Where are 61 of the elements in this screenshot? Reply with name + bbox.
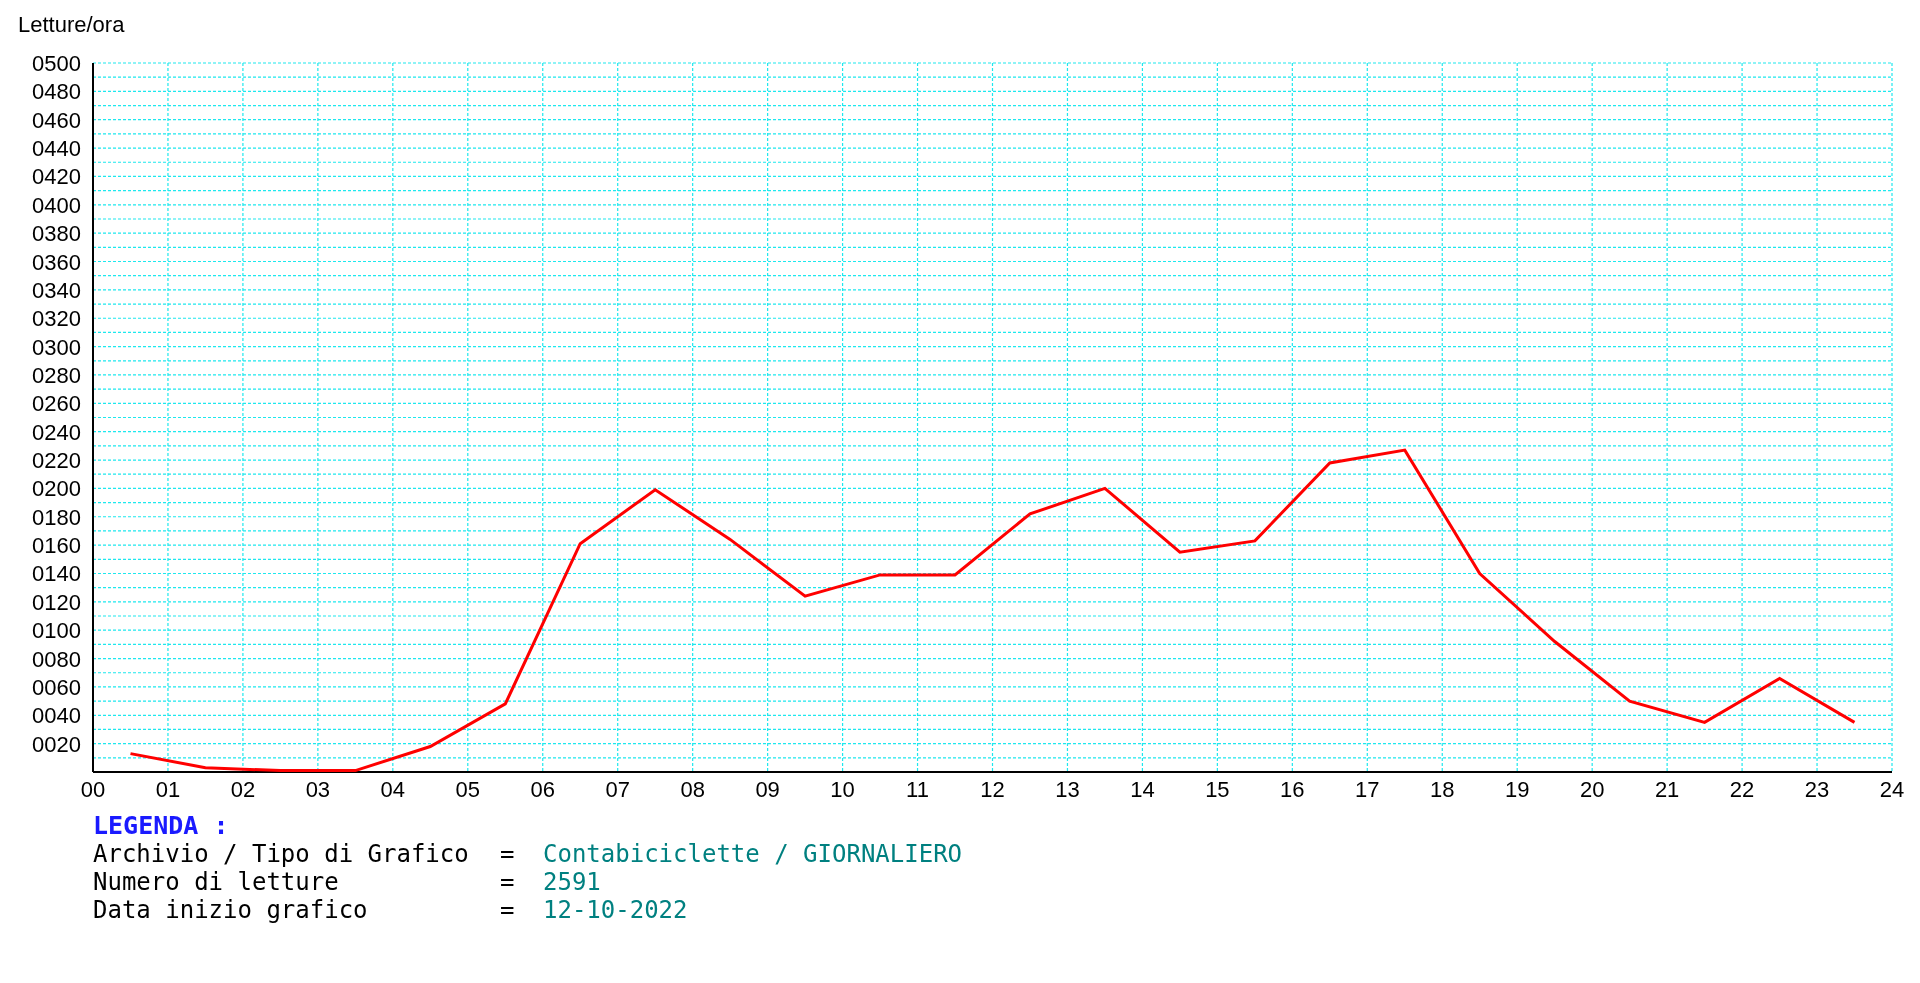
y-tick-label: 0340 [32,277,81,303]
y-tick-label: 0220 [32,448,81,474]
x-tick-label: 23 [1804,777,1830,802]
y-tick-label: 0140 [32,561,81,587]
y-tick-label: 0380 [32,221,81,247]
y-tick-label: 0080 [32,646,81,672]
x-tick-label: 14 [1130,777,1155,802]
y-axis-title: Letture/ora [18,12,125,37]
legend-label: Archivio / Tipo di Grafico [93,840,470,868]
x-tick-label: 08 [680,777,705,802]
x-tick-label: 24 [1879,777,1905,802]
x-tick-label: 03 [305,777,331,802]
y-tick-label: 0360 [32,249,81,275]
x-tick-label: 10 [830,777,855,802]
x-tick-label: 00 [80,777,106,802]
x-tick-label: 09 [755,777,780,802]
legend-title: LEGENDA : [93,812,229,840]
x-tick-label: 07 [605,777,630,802]
equals-sign: = [500,896,516,924]
y-tick-label: 0200 [32,476,81,502]
x-tick-label: 12 [980,777,1005,802]
y-tick-label: 0500 [32,51,81,76]
y-tick-label: 0020 [32,731,81,757]
equals-sign: = [500,840,516,868]
x-tick-label: 04 [380,777,406,802]
x-tick-label: 02 [230,777,256,802]
x-tick-label: 18 [1430,777,1455,802]
y-tick-label: 0240 [32,419,81,445]
x-tick-label: 22 [1729,777,1755,802]
x-tick-label: 20 [1579,777,1605,802]
legend-value: 2591 [543,868,601,896]
y-tick-label: 0460 [32,107,81,133]
x-tick-label: 11 [906,777,929,802]
y-tick-label: 0060 [32,674,81,700]
equals-sign: = [500,868,516,896]
y-tick-label: 0040 [32,703,81,729]
x-tick-label: 15 [1205,777,1230,802]
y-tick-label: 0320 [32,306,81,332]
x-tick-label: 21 [1654,777,1680,802]
y-tick-label: 0180 [32,504,81,530]
legend-value: 12-10-2022 [543,896,688,924]
x-tick-label: 17 [1355,777,1380,802]
legend-value: Contabiciclette / GIORNALIERO [543,840,963,868]
y-tick-label: 0420 [32,164,81,190]
y-tick-label: 0260 [32,391,81,417]
x-tick-label: 19 [1504,777,1530,802]
y-tick-label: 0480 [32,79,81,105]
x-tick-label: 16 [1280,777,1305,802]
x-tick-label: 13 [1055,777,1080,802]
x-tick-label: 05 [455,777,481,802]
y-tick-label: 0440 [32,136,81,162]
y-tick-label: 0300 [32,334,81,360]
y-tick-label: 0400 [32,192,81,218]
legend-label: Data inizio grafico [93,896,369,924]
y-tick-label: 0100 [32,618,81,644]
y-tick-label: 0160 [32,533,81,559]
y-tick-label: 0120 [32,589,81,615]
y-tick-label: 0280 [32,362,81,388]
legend-label: Numero di letture [93,868,340,896]
x-tick-label: 06 [530,777,555,802]
x-tick-label: 01 [155,777,181,802]
